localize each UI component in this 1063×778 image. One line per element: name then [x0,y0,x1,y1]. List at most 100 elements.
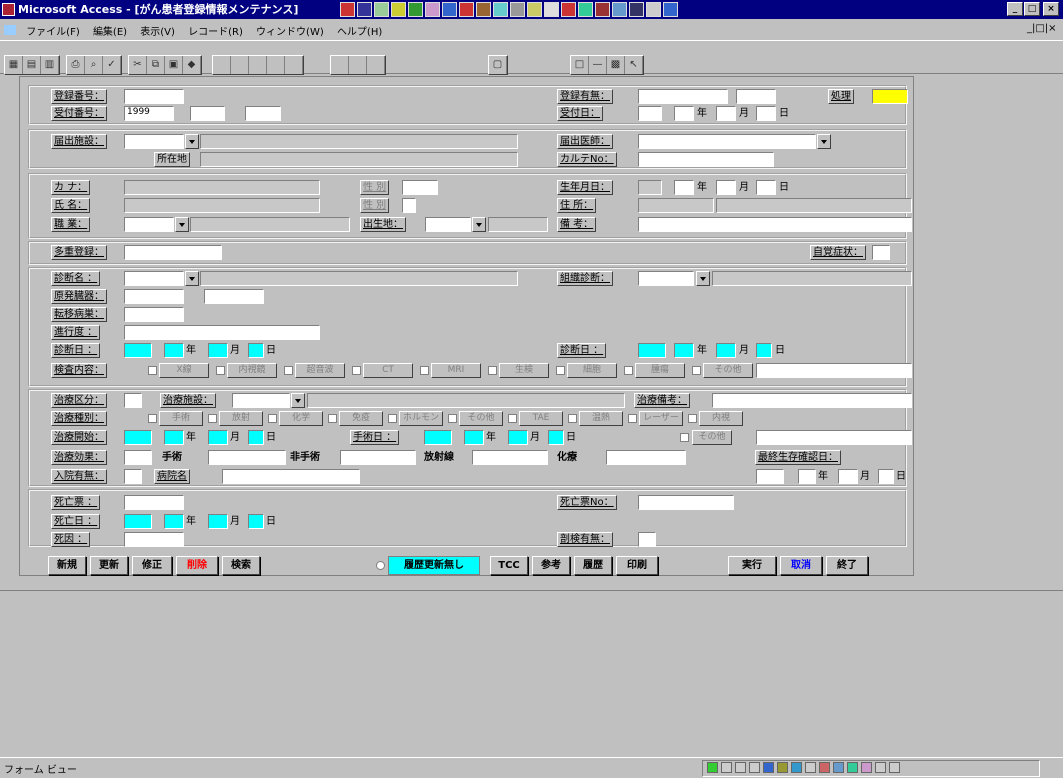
birthplace-input[interactable] [425,217,471,232]
other-treat-button[interactable]: その他 [692,430,732,445]
toolbar-group-print[interactable]: ⎙ ⌕ ✓ [66,55,122,75]
treat-type-checkbox[interactable] [688,414,697,423]
history-button[interactable]: 履歴 [574,556,612,575]
accept-no-input-3[interactable] [245,106,281,121]
menu-file[interactable]: ファイル(F) [21,19,85,38]
preview-icon[interactable]: ⌕ [85,56,103,74]
reference-button[interactable]: 参考 [532,556,570,575]
surgery-date-era[interactable] [424,430,452,445]
treat-type-button[interactable]: 化学 [279,411,323,426]
exam-date-day[interactable] [756,343,772,358]
toolbar-group-sort[interactable] [212,55,304,75]
sex-input[interactable] [402,180,438,195]
accept-date-day[interactable] [756,106,776,121]
modify-button[interactable]: 修正 [132,556,172,575]
close-button[interactable]: × [1043,2,1059,16]
treat-type-button[interactable]: レーザー [639,411,683,426]
properties-icon[interactable]: ▢ [489,56,507,74]
birth-era[interactable] [638,180,662,195]
access-app-icon[interactable] [2,3,15,16]
refresh-icon[interactable] [367,56,385,74]
birth-day[interactable] [756,180,776,195]
exam-type-checkbox[interactable] [420,366,429,375]
exam-type-button[interactable]: 超音波 [295,363,345,378]
paste-icon[interactable]: ▣ [165,56,183,74]
metastasis-input[interactable] [124,307,184,322]
reg-status-input-2[interactable] [736,89,776,104]
toolbar-group-db[interactable]: □ — ▩ ↖ [570,55,644,75]
surgery-date-year[interactable] [464,430,484,445]
kana-input[interactable] [124,180,320,195]
delete-button[interactable]: 削除 [176,556,218,575]
radiation-input[interactable] [472,450,548,465]
diag-date-month[interactable] [208,343,228,358]
exam-type-button[interactable]: X線 [159,363,209,378]
survival-date-day[interactable] [878,469,894,484]
sex-input-2[interactable] [402,198,416,213]
history-option-radio[interactable] [376,561,385,570]
report-facility-input[interactable] [124,134,184,149]
menu-records[interactable]: レコード(R) [183,19,248,38]
occupation-dropdown[interactable] [175,217,189,232]
tcc-button[interactable]: TCC [490,556,528,575]
primary-input[interactable] [124,289,184,304]
note-input[interactable] [638,217,912,232]
undo-icon[interactable] [285,56,303,74]
tissue-dropdown[interactable] [696,271,710,286]
form-view-icon[interactable]: ▤ [23,56,41,74]
exam-type-button[interactable]: 細胞 [567,363,617,378]
new-record-icon[interactable] [331,56,349,74]
restore-button[interactable]: □ [1024,2,1040,16]
diag-doctor-input[interactable] [638,134,816,149]
treat-type-checkbox[interactable] [208,414,217,423]
office-links-icon[interactable]: ▩ [607,56,625,74]
exam-type-checkbox[interactable] [624,366,633,375]
treatment-input[interactable] [124,393,142,408]
treat-start-day[interactable] [248,430,264,445]
datasheet-icon[interactable]: ▥ [41,56,59,74]
exam-type-button[interactable]: 内視鏡 [227,363,277,378]
exam-type-checkbox[interactable] [352,366,361,375]
treat-type-button[interactable]: TAE [519,411,563,426]
cancel-button[interactable]: 取消 [780,556,822,575]
find-icon[interactable]: ◆ [183,56,201,74]
nonsurgery-input[interactable] [340,450,416,465]
chemo-input[interactable] [606,450,686,465]
diag-doctor-dropdown[interactable] [817,134,831,149]
toolbar-group-more[interactable] [330,55,386,75]
address-input[interactable] [716,198,912,213]
treat-type-button[interactable]: 温熱 [579,411,623,426]
death-date-month[interactable] [208,514,228,529]
exam-type-button[interactable]: その他 [703,363,753,378]
doc-icon[interactable] [4,25,16,35]
reg-status-input[interactable] [638,89,728,104]
other-treat-input[interactable] [756,430,912,445]
history-no-update-option[interactable]: 履歴更新無し [388,556,480,575]
diag-date-era[interactable] [124,343,152,358]
name-input[interactable] [124,198,320,213]
hospital-input[interactable] [222,469,360,484]
multi-input[interactable] [124,245,222,260]
exam-type-checkbox[interactable] [284,366,293,375]
death-no-input[interactable] [638,495,734,510]
new-button[interactable]: 新規 [48,556,86,575]
treat-facility-input[interactable] [232,393,290,408]
print-icon[interactable]: ⎙ [67,56,85,74]
treat-type-button[interactable]: ホルモン [399,411,443,426]
toolbar-group-view[interactable]: ▦ ▤ ▥ [4,55,60,75]
accept-date-year[interactable] [674,106,694,121]
survival-date-year[interactable] [798,469,816,484]
other-treat-checkbox[interactable] [680,433,689,442]
treat-start-year[interactable] [164,430,184,445]
exam-type-button[interactable]: CT [363,363,413,378]
judge-flag-field[interactable] [872,89,908,104]
exam-date-era[interactable] [638,343,666,358]
sort-desc-icon[interactable] [231,56,249,74]
treat-type-checkbox[interactable] [448,414,457,423]
occupation-input[interactable] [124,217,174,232]
copy-icon[interactable]: ⧉ [147,56,165,74]
birthplace-dropdown[interactable] [472,217,486,232]
karte-input[interactable] [638,152,774,167]
exam-type-checkbox[interactable] [148,366,157,375]
surgery-date-day[interactable] [548,430,564,445]
